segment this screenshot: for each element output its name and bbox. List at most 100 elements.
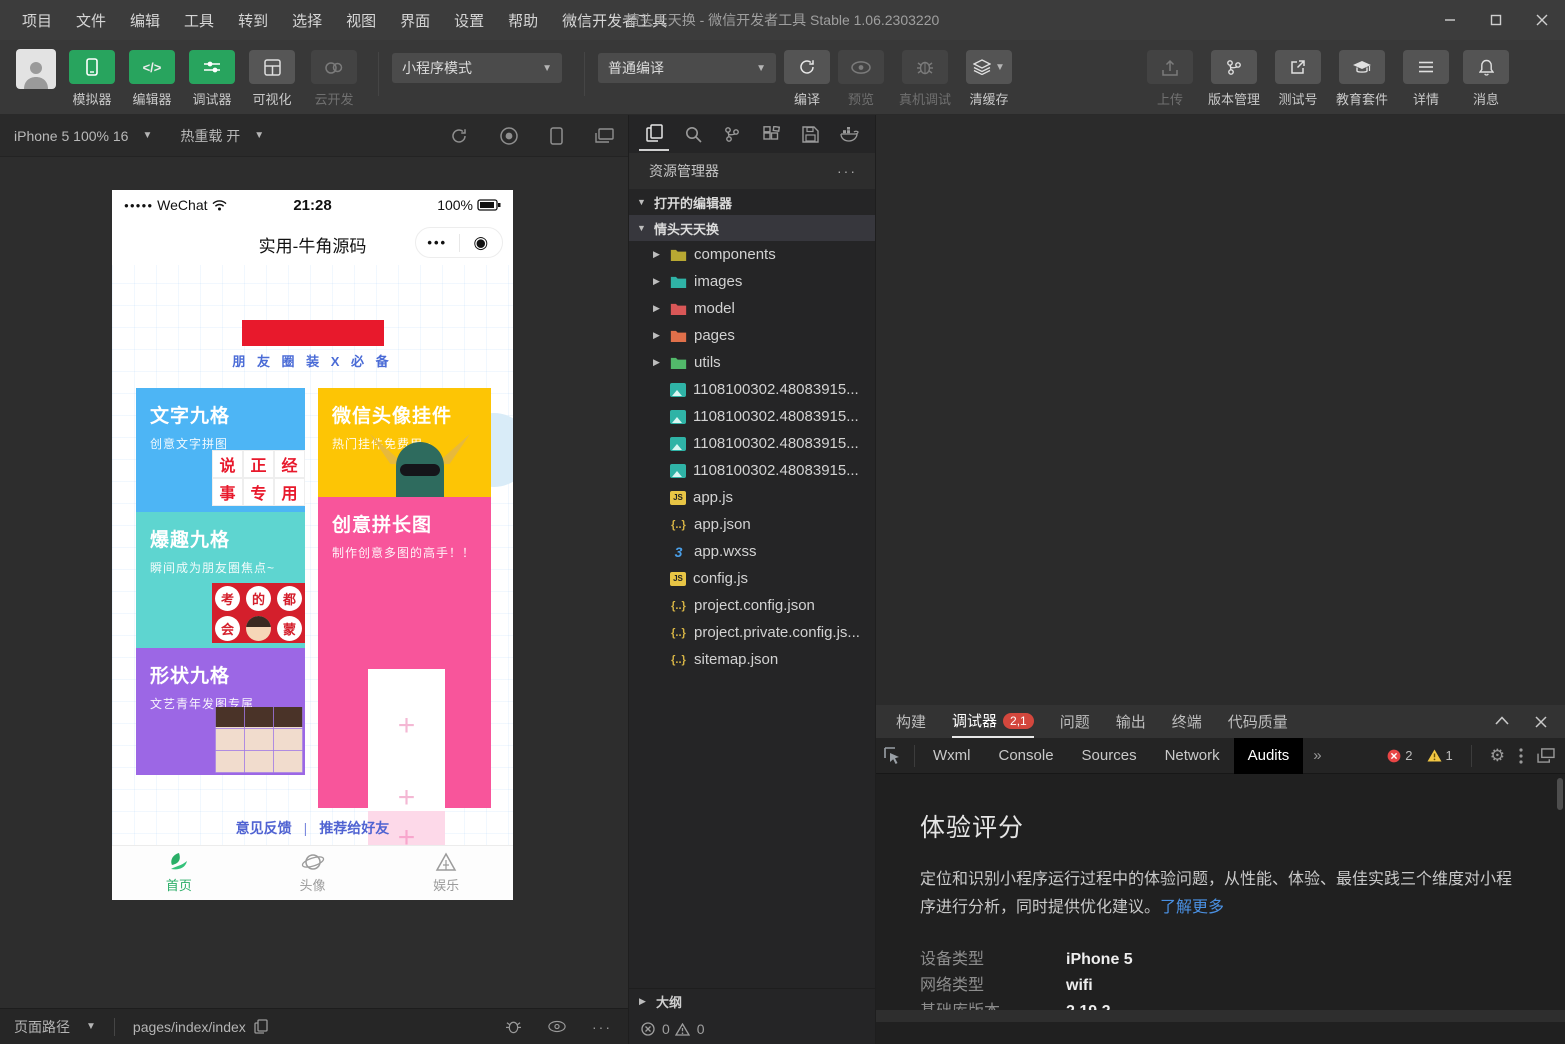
warning-count[interactable]: 1: [1427, 748, 1453, 763]
mode-select[interactable]: 小程序模式 ▼: [392, 53, 562, 83]
inspect-icon[interactable]: [876, 747, 910, 765]
tab-build[interactable]: 构建: [896, 705, 926, 738]
more-tabs-icon[interactable]: »: [1303, 747, 1331, 764]
card-avatar-pendant[interactable]: 微信头像挂件 热门挂件免费用~: [318, 388, 491, 497]
tree-file-image[interactable]: 1108100302.48083915...: [629, 376, 875, 403]
red-banner[interactable]: [242, 320, 384, 346]
more-actions-icon[interactable]: ···: [837, 163, 857, 179]
devtools-tab-sources[interactable]: Sources: [1068, 738, 1151, 774]
details-button[interactable]: 详情: [1394, 50, 1458, 108]
education-button[interactable]: 教育套件: [1328, 50, 1396, 108]
devtools-tab-wxml[interactable]: Wxml: [919, 738, 985, 774]
tab-entertainment[interactable]: 娱乐: [379, 846, 513, 900]
source-control-icon[interactable]: [717, 117, 747, 151]
maximize-button[interactable]: [1473, 0, 1519, 40]
compile-button[interactable]: 编译: [778, 50, 836, 108]
eye-icon[interactable]: [548, 1020, 566, 1033]
compile-mode-select[interactable]: 普通编译 ▼: [598, 53, 776, 83]
tree-file-image[interactable]: 1108100302.48083915...: [629, 403, 875, 430]
tree-file-project-private-config[interactable]: {..}project.private.config.js...: [629, 619, 875, 646]
tree-folder-components[interactable]: ▶ components: [629, 241, 875, 268]
debugger-toggle[interactable]: 调试器: [180, 50, 244, 108]
card-long-image[interactable]: 创意拼长图 制作创意多图的高手！！ + + + 展示图: [318, 497, 491, 808]
test-account-button[interactable]: 测试号: [1266, 50, 1330, 108]
more-icon[interactable]: ···: [592, 1019, 612, 1035]
menu-item-edit[interactable]: 编辑: [120, 6, 170, 35]
docker-icon[interactable]: [835, 117, 865, 151]
outline-section[interactable]: ▶ 大纲: [629, 988, 875, 1014]
scrollbar-thumb[interactable]: [1557, 778, 1563, 810]
simulator-toggle[interactable]: 模拟器: [60, 50, 124, 108]
hot-reload-select[interactable]: 热重载 开 ▼: [166, 126, 278, 146]
device-select[interactable]: iPhone 5 100% 16 ▼: [0, 128, 166, 144]
clear-cache-button[interactable]: ▼ 清缓存: [958, 50, 1020, 108]
page-path-label[interactable]: 页面路径: [14, 1017, 70, 1037]
visualization-toggle[interactable]: 可视化: [240, 50, 304, 108]
menu-item-goto[interactable]: 转到: [228, 6, 278, 35]
multi-window-icon[interactable]: [595, 128, 614, 144]
editor-toggle[interactable]: </> 编辑器: [120, 50, 184, 108]
chevron-up-icon[interactable]: [1495, 716, 1509, 725]
tree-folder-pages[interactable]: ▶ pages: [629, 322, 875, 349]
tab-code-quality[interactable]: 代码质量: [1228, 705, 1288, 738]
tab-debugger[interactable]: 调试器2,1: [952, 705, 1034, 738]
tree-file-config-js[interactable]: JSconfig.js: [629, 565, 875, 592]
devtools-tab-network[interactable]: Network: [1151, 738, 1234, 774]
menu-item-help[interactable]: 帮助: [498, 6, 548, 35]
tab-terminal[interactable]: 终端: [1172, 705, 1202, 738]
tree-file-app-wxss[interactable]: 3app.wxss: [629, 538, 875, 565]
notifications-button[interactable]: 消息: [1454, 50, 1518, 108]
avatar[interactable]: [16, 49, 56, 89]
minimize-button[interactable]: [1427, 0, 1473, 40]
close-button[interactable]: [1519, 0, 1565, 40]
rotate-device-icon[interactable]: [550, 127, 563, 145]
menu-item-interface[interactable]: 界面: [390, 6, 440, 35]
tab-problems[interactable]: 问题: [1060, 705, 1090, 738]
restart-icon[interactable]: [450, 127, 468, 145]
tree-folder-utils[interactable]: ▶ utils: [629, 349, 875, 376]
page-path-value[interactable]: pages/index/index: [133, 1019, 246, 1035]
section-open-editors[interactable]: ▼ 打开的编辑器: [629, 189, 875, 215]
problems-summary[interactable]: 0 0: [629, 1014, 875, 1044]
menu-item-file[interactable]: 文件: [66, 6, 116, 35]
bug-icon[interactable]: [505, 1019, 522, 1034]
recommend-link[interactable]: 推荐给好友: [319, 820, 389, 836]
menu-item-tools[interactable]: 工具: [174, 6, 224, 35]
tree-folder-model[interactable]: ▶ model: [629, 295, 875, 322]
devtools-tab-audits[interactable]: Audits: [1234, 738, 1304, 774]
gear-icon[interactable]: ⚙: [1490, 746, 1505, 766]
close-icon[interactable]: [1535, 716, 1547, 728]
tree-file-app-js[interactable]: JSapp.js: [629, 484, 875, 511]
search-icon[interactable]: [678, 117, 708, 151]
undock-icon[interactable]: [1537, 748, 1555, 763]
tree-file-sitemap[interactable]: {..}sitemap.json: [629, 646, 875, 673]
copy-icon[interactable]: [254, 1019, 268, 1034]
exit-target-button[interactable]: ◉: [460, 233, 503, 253]
menu-item-select[interactable]: 选择: [282, 6, 332, 35]
tab-home[interactable]: 首页: [112, 846, 246, 900]
learn-more-link[interactable]: 了解更多: [1160, 899, 1224, 916]
record-stop-icon[interactable]: [500, 127, 518, 145]
tree-file-app-json[interactable]: {..}app.json: [629, 511, 875, 538]
feedback-link[interactable]: 意见反馈: [236, 820, 292, 836]
devtools-tab-console[interactable]: Console: [985, 738, 1068, 774]
version-control-button[interactable]: 版本管理: [1198, 50, 1270, 108]
kebab-menu-icon[interactable]: [1519, 748, 1523, 764]
horizontal-scrollbar[interactable]: [876, 1010, 1565, 1022]
more-button[interactable]: •••: [416, 235, 459, 250]
section-project[interactable]: ▼ 情头天天换: [629, 215, 875, 241]
tree-file-image[interactable]: 1108100302.48083915...: [629, 457, 875, 484]
menu-item-settings[interactable]: 设置: [444, 6, 494, 35]
menu-item-view[interactable]: 视图: [336, 6, 386, 35]
banner-caption: 朋 友 圈 装 X 必 备: [112, 351, 513, 370]
tab-output[interactable]: 输出: [1116, 705, 1146, 738]
error-count[interactable]: 2: [1387, 748, 1412, 763]
menu-item-project[interactable]: 项目: [12, 6, 62, 35]
tree-file-image[interactable]: 1108100302.48083915...: [629, 430, 875, 457]
extensions-icon[interactable]: [757, 117, 787, 151]
save-icon[interactable]: [796, 117, 826, 151]
files-icon[interactable]: [639, 117, 669, 151]
tab-avatar[interactable]: 头像: [246, 846, 380, 900]
tree-file-project-config[interactable]: {..}project.config.json: [629, 592, 875, 619]
tree-folder-images[interactable]: ▶ images: [629, 268, 875, 295]
